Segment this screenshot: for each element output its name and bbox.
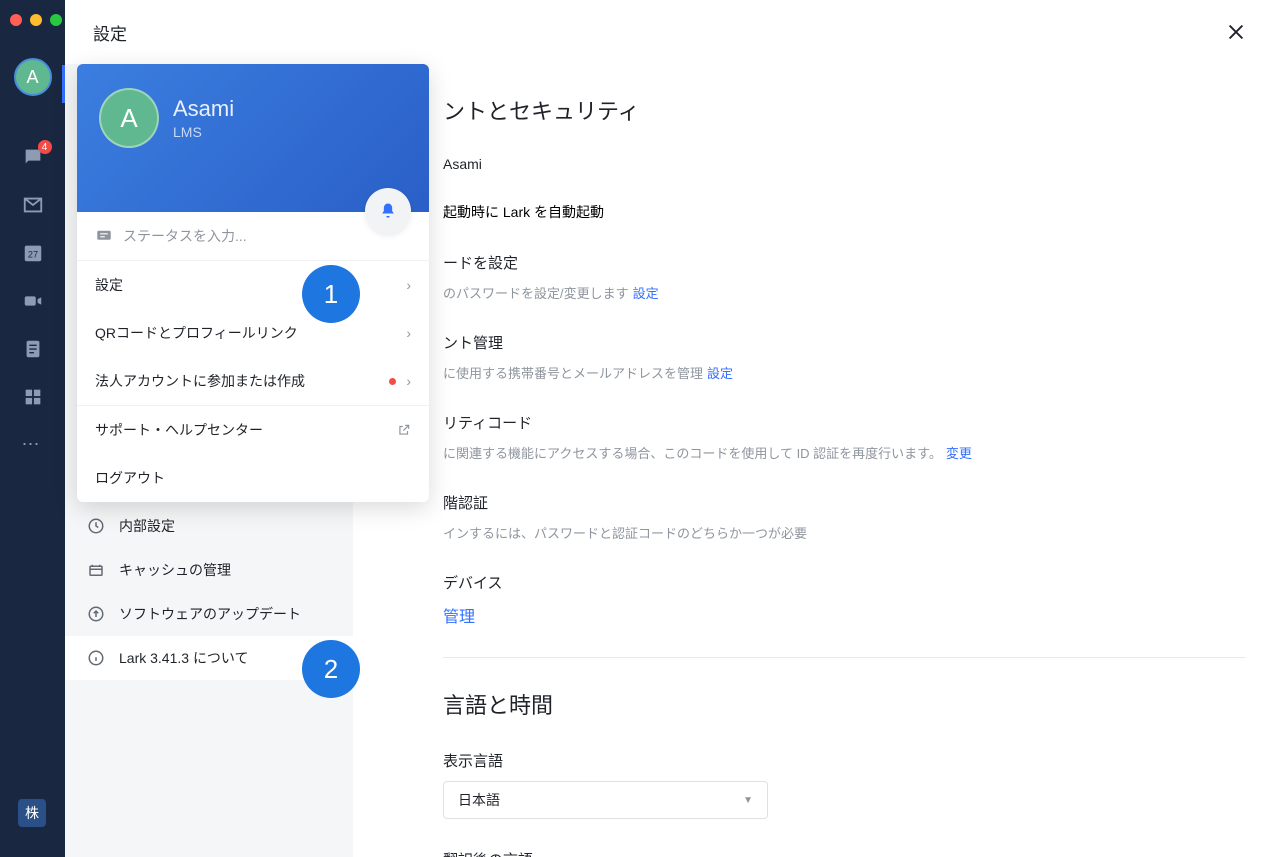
user-name-value: Asami xyxy=(443,156,1246,172)
section-security-title: ントとセキュリティ xyxy=(443,94,1246,126)
popover-org-name: LMS xyxy=(173,124,234,140)
calendar-icon[interactable]: 27 xyxy=(22,242,44,264)
messenger-icon[interactable]: 4 xyxy=(22,146,44,168)
settings-content: ントとセキュリティ Asami 起動時に Lark を自動起動 ードを設定 のパ… xyxy=(353,64,1276,857)
svg-text:27: 27 xyxy=(27,250,37,260)
popover-item-logout[interactable]: ログアウト xyxy=(77,454,429,502)
external-link-icon xyxy=(397,423,411,437)
popover-item-label: ログアウト xyxy=(95,468,165,488)
password-set-link[interactable]: 設定 xyxy=(633,286,659,301)
display-lang-label: 表示言語 xyxy=(443,750,1246,771)
close-button[interactable] xyxy=(1224,20,1248,44)
translate-lang-label: 翻訳後の言語 xyxy=(443,849,1246,857)
notification-dot xyxy=(389,378,396,385)
device-title: デバイス xyxy=(443,572,1246,593)
minimize-window-button[interactable] xyxy=(30,14,42,26)
video-icon[interactable] xyxy=(22,290,44,312)
popover-item-qr[interactable]: QRコードとプロフィールリンク › xyxy=(77,309,429,357)
popover-item-settings[interactable]: 設定 › xyxy=(77,261,429,309)
close-window-button[interactable] xyxy=(10,14,22,26)
org-badge[interactable]: 株 xyxy=(18,799,46,827)
notification-bell-button[interactable] xyxy=(365,188,411,234)
autostart-row[interactable]: 起動時に Lark を自動起動 xyxy=(443,202,1246,222)
status-icon xyxy=(95,227,113,245)
popover-header: A Asami LMS xyxy=(77,64,429,212)
chevron-right-icon: › xyxy=(406,277,411,293)
popover-item-label: QRコードとプロフィールリンク xyxy=(95,323,298,343)
settings-nav-label: 内部設定 xyxy=(119,516,175,536)
settings-title: 設定 xyxy=(93,20,127,45)
security-code-desc: に関連する機能にアクセスする場合、このコードを使用して ID 認証を再度行います… xyxy=(443,443,1246,462)
twofa-title: 階認証 xyxy=(443,492,1246,513)
workspace-icon[interactable] xyxy=(22,386,44,408)
chevron-right-icon: › xyxy=(406,373,411,389)
settings-nav-label: キャッシュの管理 xyxy=(119,560,231,580)
popover-avatar[interactable]: A xyxy=(99,88,159,148)
annotation-1: 1 xyxy=(302,265,360,323)
user-avatar[interactable]: A xyxy=(14,58,52,96)
popover-item-corporate[interactable]: 法人アカウントに参加または作成 › xyxy=(77,357,429,405)
twofa-desc: インするには、パスワードと認証コードのどちらか一つが必要 xyxy=(443,523,1246,542)
settings-nav-internal[interactable]: 内部設定 xyxy=(65,504,353,548)
settings-header: 設定 xyxy=(65,0,1276,64)
cache-icon xyxy=(87,561,105,579)
settings-nav-label: Lark 3.41.3 について xyxy=(119,648,249,668)
popover-item-label: 設定 xyxy=(95,275,123,295)
device-manage-link[interactable]: 管理 xyxy=(443,603,1246,627)
window-controls xyxy=(10,14,62,26)
section-lang-title: 言語と時間 xyxy=(443,688,1246,720)
account-mgmt-desc: に使用する携帯番号とメールアドレスを管理設定 xyxy=(443,363,1246,382)
chevron-down-icon: ▼ xyxy=(743,795,753,806)
chevron-right-icon: › xyxy=(406,325,411,341)
info-icon xyxy=(87,649,105,667)
app-sidebar: A 4 27 ⋯ 株 xyxy=(0,0,65,857)
profile-popover: A Asami LMS ステータスを入力... 設定 › QRコードとプロフィー… xyxy=(77,64,429,502)
autostart-label: 起動時に Lark を自動起動 xyxy=(443,202,604,222)
annotation-2: 2 xyxy=(302,640,360,698)
account-mgmt-link[interactable]: 設定 xyxy=(707,366,733,381)
popover-user-name: Asami xyxy=(173,96,234,122)
docs-icon[interactable] xyxy=(22,338,44,360)
popover-item-label: サポート・ヘルプセンター xyxy=(95,420,263,440)
maximize-window-button[interactable] xyxy=(50,14,62,26)
more-icon[interactable]: ⋯ xyxy=(22,434,44,456)
update-icon xyxy=(87,605,105,623)
settings-nav-update[interactable]: ソフトウェアのアップデート xyxy=(65,592,353,636)
settings-nav-cache[interactable]: キャッシュの管理 xyxy=(65,548,353,592)
mail-icon[interactable] xyxy=(22,194,44,216)
unread-badge: 4 xyxy=(38,140,52,154)
section-divider xyxy=(443,657,1246,658)
popover-item-label: 法人アカウントに参加または作成 xyxy=(95,371,305,391)
select-value: 日本語 xyxy=(458,790,500,810)
popover-item-support[interactable]: サポート・ヘルプセンター xyxy=(77,406,429,454)
settings-nav-label: ソフトウェアのアップデート xyxy=(119,604,301,624)
status-placeholder: ステータスを入力... xyxy=(123,226,247,246)
display-lang-select[interactable]: 日本語 ▼ xyxy=(443,781,768,819)
password-title: ードを設定 xyxy=(443,252,1246,273)
password-desc: のパスワードを設定/変更します設定 xyxy=(443,283,1246,302)
internal-icon xyxy=(87,517,105,535)
security-code-title: リティコード xyxy=(443,412,1246,433)
account-mgmt-title: ント管理 xyxy=(443,332,1246,353)
security-code-link[interactable]: 変更 xyxy=(946,446,972,461)
